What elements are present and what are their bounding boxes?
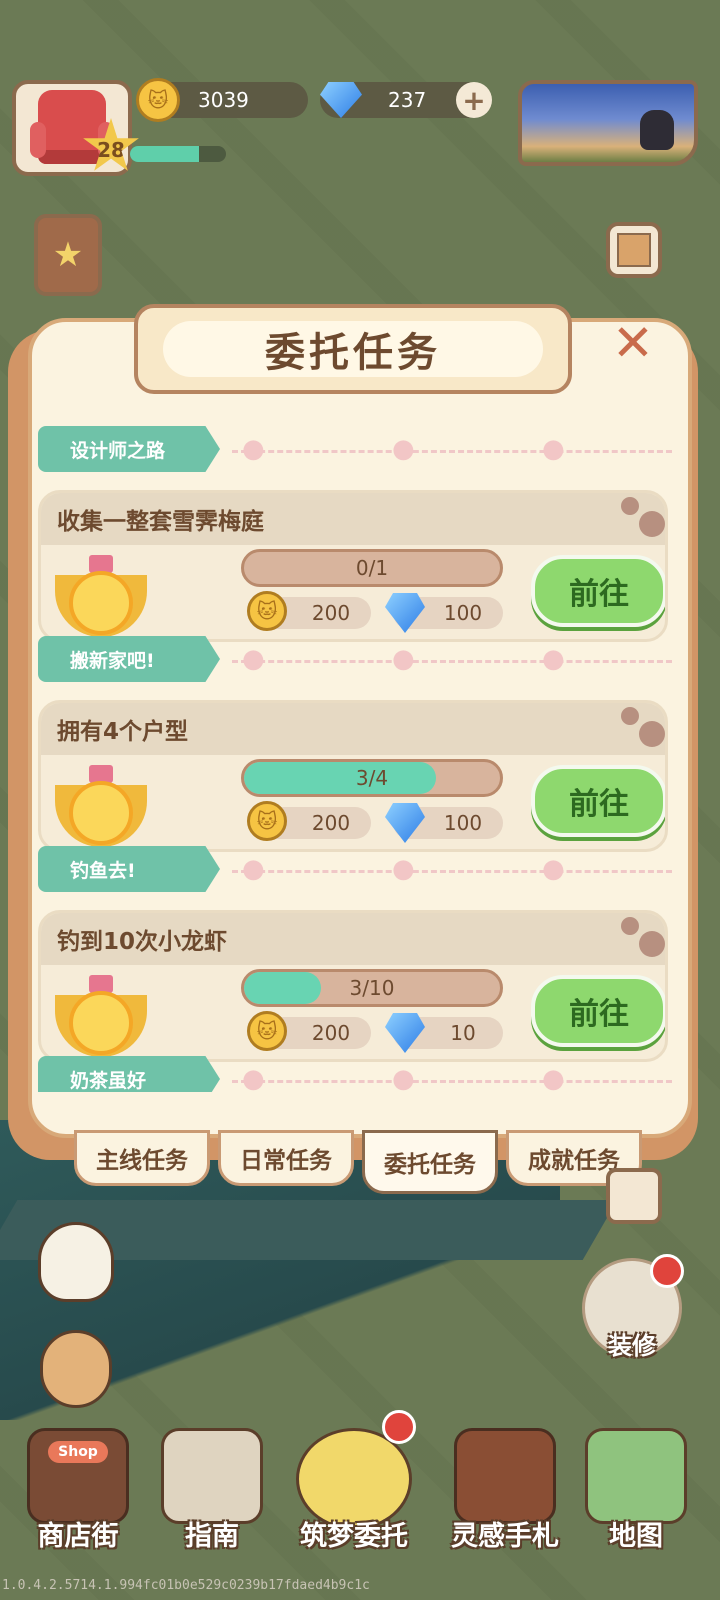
cat-coin-icon: 🐱 — [247, 801, 287, 841]
collection-book-button[interactable]: ★ — [34, 214, 102, 296]
cat-silhouette-icon — [640, 110, 674, 150]
star-icon: ★ — [52, 235, 84, 275]
task-card: 收集一整套雪霁梅庭 0/1 200 🐱 100 前往 — [38, 490, 668, 642]
paw-icon: ● — [242, 1064, 265, 1092]
task-list[interactable]: 设计师之路 ● ● ● 收集一整套雪霁梅庭 0/1 200 🐱 100 前往 搬… — [36, 420, 672, 1092]
add-gems-button[interactable]: + — [456, 82, 492, 118]
task-tabs: 主线任务 日常任务 委托任务 成就任务 — [74, 1130, 648, 1194]
diamond-icon — [320, 82, 362, 118]
go-button[interactable]: 前往 — [531, 555, 665, 627]
guide-book-icon — [161, 1428, 263, 1524]
paw-icon: ● — [392, 1064, 415, 1092]
map-pin-icon — [585, 1428, 687, 1524]
cat-coin-icon: 🐱 — [247, 591, 287, 631]
panel-title-plate: 委托任务 — [134, 304, 572, 394]
nav-label: 灵感手札 — [451, 1521, 559, 1552]
nav-guide[interactable]: 指南 — [152, 1428, 272, 1552]
progress-text: 3/4 — [355, 766, 389, 790]
go-button[interactable]: 前往 — [531, 975, 665, 1047]
paw-icon: ● — [542, 854, 565, 884]
tab-commission[interactable]: 委托任务 — [362, 1130, 498, 1194]
paw-icon: ● — [392, 434, 415, 464]
divider — [232, 1080, 672, 1083]
xp-bar — [130, 146, 226, 162]
shop-icon: Shop — [27, 1428, 129, 1524]
decorate-label: 装修 — [608, 1332, 656, 1360]
divider — [232, 660, 672, 663]
paw-icon: ● — [542, 644, 565, 674]
medal-icon — [55, 553, 147, 639]
paw-icon: ● — [392, 854, 415, 884]
task-title: 收集一整套雪霁梅庭 — [41, 493, 665, 545]
coin-value: 3039 — [198, 88, 249, 112]
side-panel-button[interactable] — [606, 1168, 662, 1224]
version-text: 1.0.4.2.5714.1.994fc01b0e529c0239b17fdae… — [2, 1578, 370, 1593]
section-ribbon: 奶茶虽好 — [38, 1056, 220, 1092]
section-ribbon: 设计师之路 — [38, 426, 220, 472]
nav-label: 筑梦委托 — [300, 1521, 408, 1552]
level-value: 28 — [97, 138, 125, 162]
paw-icon: ● — [392, 644, 415, 674]
paw-icon: ● — [542, 1064, 565, 1092]
go-button[interactable]: 前往 — [531, 765, 665, 837]
paw-icon: ● — [242, 854, 265, 884]
notification-dot — [650, 1254, 684, 1288]
pepper-character-icon[interactable] — [38, 1222, 114, 1302]
close-icon[interactable]: ✕ — [612, 318, 654, 368]
nav-label: 地图 — [609, 1521, 663, 1552]
divider — [232, 870, 672, 873]
progress-text: 0/1 — [355, 556, 389, 580]
coin-counter: 🐱 3039 — [136, 78, 308, 122]
medal-icon — [55, 763, 147, 849]
box-icon — [617, 233, 651, 267]
tab-main[interactable]: 主线任务 — [74, 1130, 210, 1186]
task-card: 拥有4个户型 3/4 200 🐱 100 前往 — [38, 700, 668, 852]
hearts-icon — [621, 913, 665, 959]
panel-title: 委托任务 — [163, 321, 543, 377]
nav-shop[interactable]: Shop 商店街 — [18, 1428, 138, 1552]
paw-icon: ● — [542, 434, 565, 464]
tab-daily[interactable]: 日常任务 — [218, 1130, 354, 1186]
task-card: 钓到10次小龙虾 3/10 200 🐱 10 前往 — [38, 910, 668, 1062]
section-ribbon: 搬新家吧! — [38, 636, 220, 682]
cat-coin-icon: 🐱 — [136, 78, 180, 122]
scenery-thumbnail[interactable] — [518, 80, 698, 166]
box-button[interactable] — [606, 222, 662, 278]
armchair-icon — [30, 90, 114, 164]
nav-map[interactable]: 地图 — [576, 1428, 696, 1552]
nav-inspiration-journal[interactable]: 灵感手札 — [440, 1428, 570, 1552]
cat-coin-icon: 🐱 — [247, 1011, 287, 1051]
medal-icon — [55, 973, 147, 1059]
paw-icon: ● — [242, 644, 265, 674]
task-title: 拥有4个户型 — [41, 703, 665, 755]
progress-bar: 3/4 — [241, 759, 503, 797]
notification-dot — [382, 1410, 416, 1444]
gem-counter: 237 + — [320, 82, 492, 118]
divider — [232, 450, 672, 453]
gem-value: 237 — [388, 88, 427, 112]
paw-icon: ● — [242, 434, 265, 464]
nav-label: 商店街 — [37, 1521, 119, 1552]
journal-icon — [454, 1428, 556, 1524]
progress-bar: 3/10 — [241, 969, 503, 1007]
hearts-icon — [621, 493, 665, 539]
task-title: 钓到10次小龙虾 — [41, 913, 665, 965]
hearts-icon — [621, 703, 665, 749]
section-ribbon: 钓鱼去! — [38, 846, 220, 892]
nav-label: 指南 — [185, 1521, 239, 1552]
shop-sign: Shop — [48, 1441, 108, 1463]
progress-bar: 0/1 — [241, 549, 503, 587]
progress-text: 3/10 — [349, 976, 395, 1000]
dog-character-icon[interactable] — [40, 1330, 112, 1408]
